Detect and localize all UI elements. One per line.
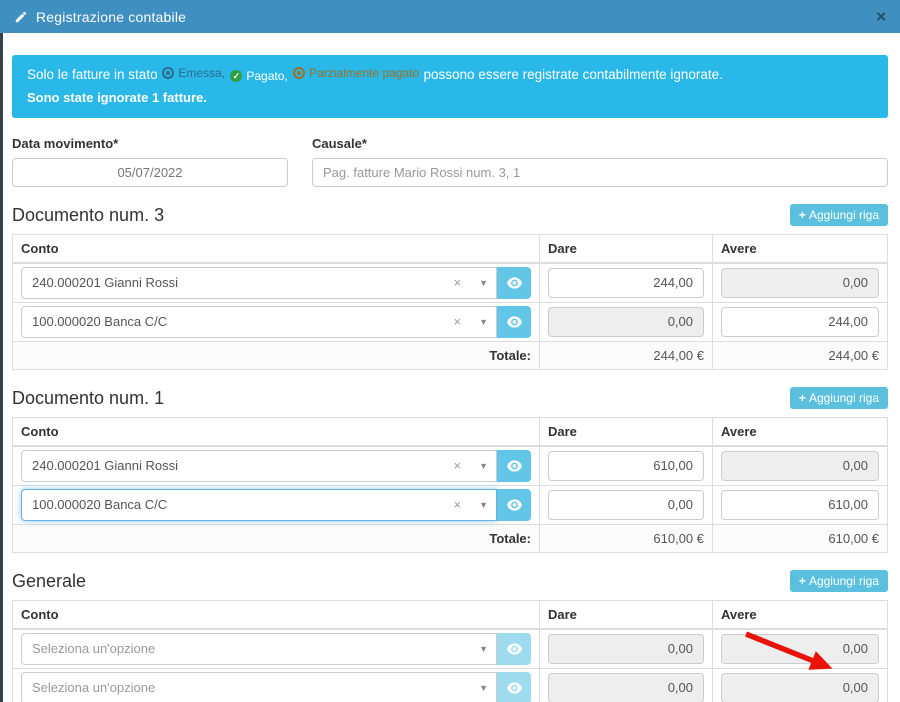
column-header-avere: Avere	[713, 600, 888, 629]
column-header-conto: Conto	[13, 600, 540, 629]
eye-button[interactable]	[497, 489, 531, 521]
eye-button[interactable]	[497, 450, 531, 482]
check-circle-icon: ✓	[230, 70, 242, 82]
avere-input	[721, 634, 879, 664]
add-row-button[interactable]: +Aggiungi riga	[790, 204, 888, 226]
add-row-button[interactable]: +Aggiungi riga	[790, 570, 888, 592]
modal-title: Registrazione contabile	[36, 9, 186, 25]
eye-button	[497, 672, 531, 702]
conto-select[interactable]: 240.000201 Gianni Rossi × ▼	[21, 450, 497, 482]
date-label: Data movimento*	[12, 136, 288, 151]
conto-select[interactable]: 100.000020 Banca C/C × ▼	[21, 489, 497, 521]
avere-input	[721, 673, 879, 702]
add-row-button[interactable]: +Aggiungi riga	[790, 387, 888, 409]
eye-button[interactable]	[497, 267, 531, 299]
section-title: Documento num. 3	[12, 205, 164, 226]
page-background-edge	[0, 33, 3, 702]
total-avere: 244,00 €	[713, 341, 888, 369]
total-label: Totale:	[13, 341, 540, 369]
total-dare: 610,00 €	[540, 524, 713, 552]
alert-ignored-count: Sono state ignorate 1 fatture.	[27, 88, 873, 108]
eye-button[interactable]	[497, 306, 531, 338]
total-avere: 610,00 €	[713, 524, 888, 552]
chevron-down-icon: ▼	[479, 683, 488, 693]
modal-header: Registrazione contabile ×	[0, 0, 900, 33]
chevron-down-icon: ▼	[479, 644, 488, 654]
avere-input	[721, 451, 879, 481]
causale-input[interactable]	[312, 158, 888, 187]
column-header-conto: Conto	[13, 234, 540, 263]
avere-input[interactable]	[721, 490, 879, 520]
conto-select[interactable]: 100.000020 Banca C/C × ▼	[21, 306, 497, 338]
column-header-avere: Avere	[713, 417, 888, 446]
accounting-table: Conto Dare Avere 240.000201 Gianni Rossi…	[12, 417, 888, 553]
close-icon[interactable]: ×	[876, 8, 886, 25]
plus-icon: +	[799, 208, 806, 222]
dare-input[interactable]	[548, 268, 704, 298]
chevron-down-icon: ▼	[479, 461, 488, 471]
eye-button	[497, 633, 531, 665]
column-header-dare: Dare	[540, 417, 713, 446]
accounting-table: Conto Dare Avere 240.000201 Gianni Rossi…	[12, 234, 888, 370]
date-input[interactable]	[12, 158, 288, 187]
table-row: 240.000201 Gianni Rossi × ▼	[13, 446, 888, 486]
column-header-avere: Avere	[713, 234, 888, 263]
column-header-dare: Dare	[540, 234, 713, 263]
plus-icon: +	[799, 391, 806, 405]
conto-select[interactable]: Seleziona un'opzione ▼	[21, 633, 497, 665]
total-dare: 244,00 €	[540, 341, 713, 369]
clear-icon[interactable]: ×	[453, 458, 461, 473]
column-header-dare: Dare	[540, 600, 713, 629]
chevron-down-icon: ▼	[479, 500, 488, 510]
circle-dot-icon	[293, 67, 305, 79]
table-row: 100.000020 Banca C/C × ▼	[13, 485, 888, 524]
clear-icon[interactable]: ×	[453, 314, 461, 329]
circle-dot-icon	[162, 67, 174, 79]
section-title: Generale	[12, 571, 86, 592]
alert-line1: Solo le fatture in stato Emessa, ✓ Pagat…	[27, 64, 873, 85]
dare-input[interactable]	[548, 490, 704, 520]
conto-select[interactable]: 240.000201 Gianni Rossi × ▼	[21, 267, 497, 299]
status-pagato: ✓ Pagato,	[230, 67, 287, 85]
status-emessa: Emessa,	[162, 64, 225, 82]
pencil-icon	[14, 10, 28, 24]
column-header-conto: Conto	[13, 417, 540, 446]
clear-icon[interactable]: ×	[453, 275, 461, 290]
total-row: Totale: 610,00 € 610,00 €	[13, 524, 888, 552]
causale-label: Causale*	[312, 136, 888, 151]
dare-input	[548, 307, 704, 337]
table-row: Seleziona un'opzione ▼	[13, 668, 888, 702]
dare-input[interactable]	[548, 451, 704, 481]
clear-icon[interactable]: ×	[453, 497, 461, 512]
table-row: 240.000201 Gianni Rossi × ▼	[13, 263, 888, 303]
table-row: 100.000020 Banca C/C × ▼	[13, 302, 888, 341]
avere-input[interactable]	[721, 307, 879, 337]
table-row: Seleziona un'opzione ▼	[13, 629, 888, 669]
conto-select[interactable]: Seleziona un'opzione ▼	[21, 672, 497, 702]
chevron-down-icon: ▼	[479, 278, 488, 288]
accounting-table: Conto Dare Avere Seleziona un'opzione ▼	[12, 600, 888, 702]
section-title: Documento num. 1	[12, 388, 164, 409]
info-alert: Solo le fatture in stato Emessa, ✓ Pagat…	[12, 55, 888, 118]
chevron-down-icon: ▼	[479, 317, 488, 327]
dare-input	[548, 634, 704, 664]
total-label: Totale:	[13, 524, 540, 552]
status-parzialmente-pagato: Parzialmente pagato	[293, 64, 419, 82]
total-row: Totale: 244,00 € 244,00 €	[13, 341, 888, 369]
dare-input	[548, 673, 704, 702]
plus-icon: +	[799, 574, 806, 588]
avere-input	[721, 268, 879, 298]
